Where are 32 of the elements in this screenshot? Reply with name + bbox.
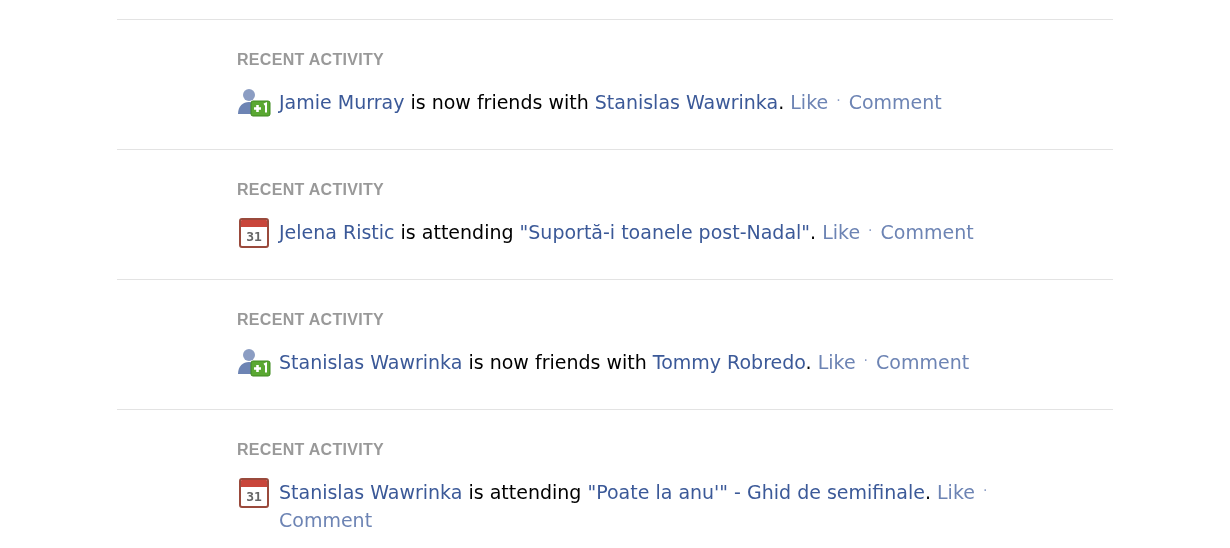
calendar-icon: 31: [239, 218, 269, 248]
section-heading: RECENT ACTIVITY: [237, 51, 386, 69]
add-friend-icon: [237, 346, 271, 380]
section-heading: RECENT ACTIVITY: [237, 441, 386, 459]
profile-link[interactable]: Stanislas Wawrinka: [279, 481, 463, 503]
profile-link[interactable]: Stanislas Wawrinka: [279, 351, 463, 373]
separator-dot: ·: [982, 482, 988, 498]
like-link[interactable]: Like: [937, 481, 975, 503]
activity-text: Jelena Ristic is attending "Suportă-i toanele post-Nadal". Like $^{·}$ Comment: [279, 220, 975, 245]
separator-dot: ·: [836, 92, 841, 108]
profile-link[interactable]: "Poate la anu'" - Ghid de semifinale: [587, 481, 925, 503]
profile-link[interactable]: Jelena Ristic: [279, 221, 395, 243]
section-heading: RECENT ACTIVITY: [237, 311, 386, 329]
calendar-icon: 31: [239, 478, 269, 508]
like-link[interactable]: Like: [790, 91, 829, 113]
profile-link[interactable]: Jamie Murray: [279, 91, 405, 113]
section-heading: RECENT ACTIVITY: [237, 181, 386, 199]
comment-link[interactable]: Comment: [880, 221, 974, 243]
separator-dot: ·: [868, 222, 873, 238]
activity-text: Jamie Murray is now friends with Stanislas Wawrinka. Like $^{·}$ Comment: [279, 90, 943, 115]
add-friend-icon: [237, 86, 271, 120]
activity-text: Stanislas Wawrinka is attending "Poate la anu'" - Ghid de semifinale. Like $^{·}$ Comment: [279, 480, 989, 533]
activity-text: Stanislas Wawrinka is now friends with Tommy Robredo. Like $^{·}$ Comment: [279, 350, 971, 375]
like-link[interactable]: Like: [822, 221, 861, 243]
profile-link[interactable]: "Suportă-i toanele post-Nadal": [519, 221, 811, 243]
comment-link[interactable]: Comment: [848, 91, 942, 113]
separator-dot: ·: [863, 352, 869, 368]
profile-link[interactable]: Stanislas Wawrinka: [594, 91, 779, 113]
profile-link[interactable]: Tommy Robredo: [652, 351, 806, 373]
like-link[interactable]: Like: [817, 351, 856, 373]
comment-link[interactable]: Comment: [876, 351, 970, 373]
comment-link[interactable]: Comment: [279, 509, 373, 531]
